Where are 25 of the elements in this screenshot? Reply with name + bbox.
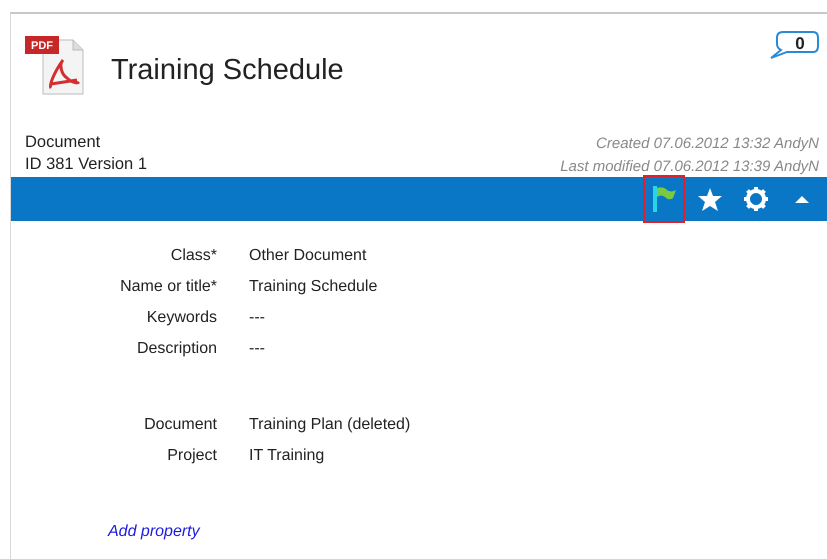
toolbar-button[interactable] <box>643 175 685 223</box>
document-title: Training Schedule <box>111 54 345 87</box>
modified-info: Last modified 07.06.2012 13:39 AndyN <box>560 158 819 175</box>
document-type: Document <box>25 133 102 152</box>
caret-icon <box>795 195 809 203</box>
property-label: Name or title* <box>119 278 217 296</box>
property-label: Class* <box>170 247 217 265</box>
property-value: --- <box>249 309 266 327</box>
settings-icon <box>743 186 769 212</box>
property-label: Description <box>136 340 217 358</box>
star-icon <box>697 186 723 212</box>
property-value: --- <box>249 340 266 358</box>
id-version: ID 381 Version 1 <box>25 155 147 174</box>
created-info: Created 07.06.2012 13:32 AndyN <box>596 135 819 152</box>
property-value: Other Document <box>249 247 368 265</box>
file-type-label: PDF <box>31 40 53 52</box>
add-property-link[interactable]: Add property <box>108 523 200 541</box>
property-value: IT Training <box>249 447 326 465</box>
property-value: Training Plan (deleted) <box>249 416 410 434</box>
pdf-file-icon <box>25 36 84 94</box>
property-value: Training Schedule <box>249 278 378 296</box>
property-label: Keywords <box>146 309 217 327</box>
property-label: Project <box>166 447 217 465</box>
property-label: Document <box>143 416 217 434</box>
flag-icon <box>651 185 677 213</box>
